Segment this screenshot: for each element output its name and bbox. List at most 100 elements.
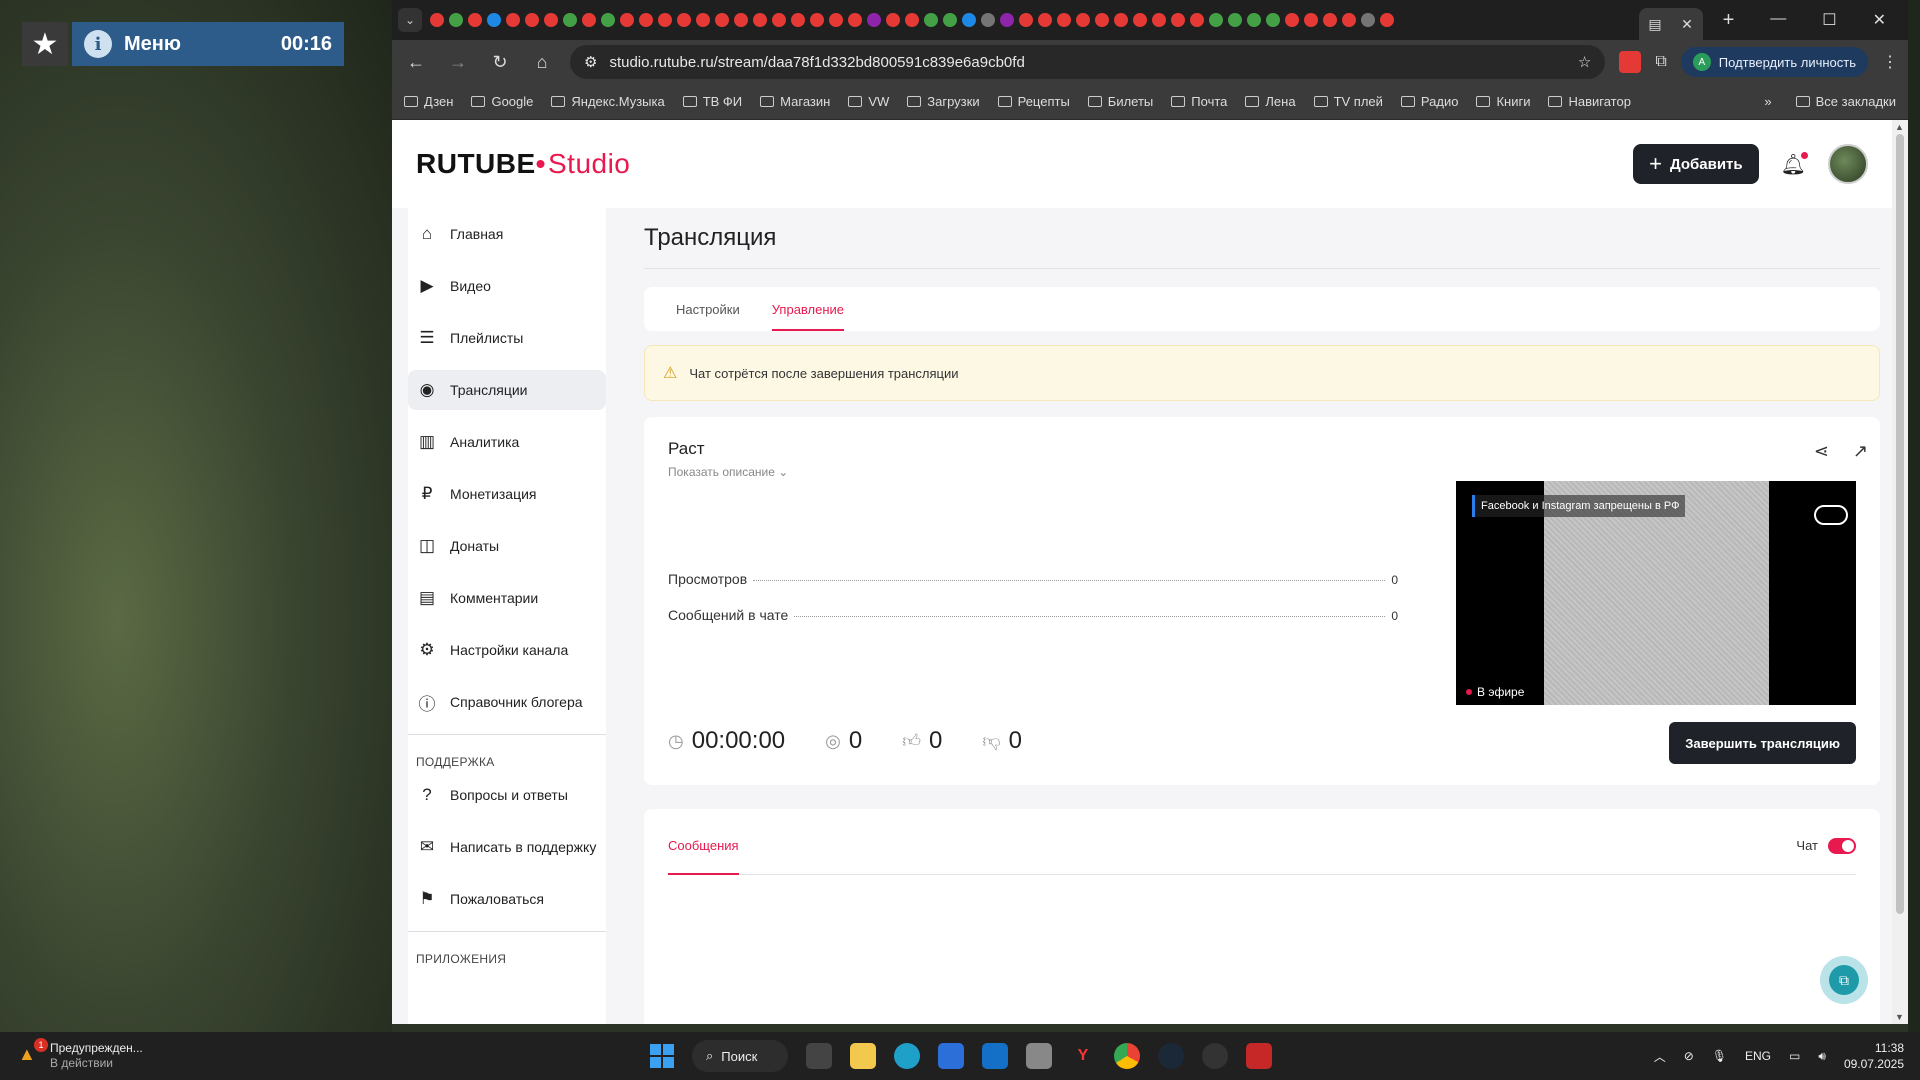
notifications-bell-icon[interactable]: 🔔︎ — [1781, 151, 1808, 177]
sidebar-item[interactable]: ▤ Комментарии — [408, 578, 606, 618]
tab-favicon-icon[interactable] — [449, 13, 463, 27]
avatar[interactable] — [1828, 144, 1868, 184]
all-bookmarks-link[interactable]: Все закладки — [1795, 94, 1896, 109]
sidebar-item[interactable]: ⌂ Главная — [408, 214, 606, 254]
tab-favicon-icon[interactable] — [1285, 13, 1299, 27]
bookmark-item[interactable]: ТВ ФИ — [682, 94, 742, 109]
sidebar-item[interactable]: ◉ Трансляции — [408, 370, 606, 410]
minimize-icon[interactable]: — — [1770, 10, 1786, 30]
bookmark-item[interactable]: Навигатор — [1548, 94, 1631, 109]
bookmark-item[interactable]: Книги — [1476, 94, 1530, 109]
tab-favicon-icon[interactable] — [943, 13, 957, 27]
game-app-icon[interactable] — [1246, 1043, 1272, 1069]
close-tab-icon[interactable]: ✕ — [1681, 16, 1693, 33]
tab-favicon-icon[interactable] — [1266, 13, 1280, 27]
tab-favicon-icon[interactable] — [639, 13, 653, 27]
bookmark-item[interactable]: VW — [848, 94, 889, 109]
bookmark-item[interactable]: TV плей — [1313, 94, 1383, 109]
close-window-icon[interactable]: ✕ — [1873, 10, 1886, 30]
tab-favicon-icon[interactable] — [791, 13, 805, 27]
more-bookmarks-icon[interactable]: » — [1764, 94, 1771, 109]
bookmark-item[interactable]: Рецепты — [997, 94, 1070, 109]
tab-favicon-icon[interactable] — [1114, 13, 1128, 27]
tab-favicon-icon[interactable] — [1247, 13, 1261, 27]
site-info-icon[interactable]: ⚙ — [584, 53, 597, 71]
bookmark-item[interactable]: Билеты — [1087, 94, 1153, 109]
stream-preview[interactable]: Facebook и Instagram запрещены в РФ В эф… — [1456, 481, 1856, 705]
browser-menu-icon[interactable]: ⋮ — [1882, 52, 1898, 72]
language-indicator[interactable]: ENG — [1745, 1049, 1771, 1063]
tab-favicon-icon[interactable] — [1228, 13, 1242, 27]
end-stream-button[interactable]: Завершить трансляцию — [1669, 722, 1856, 764]
tab-favicon-icon[interactable] — [544, 13, 558, 27]
scrollbar-thumb[interactable] — [1896, 134, 1904, 914]
tab-favicon-icon[interactable] — [1076, 13, 1090, 27]
extension-red-icon[interactable] — [1619, 51, 1642, 73]
volume-icon[interactable]: 🔊︎ — [1818, 1049, 1826, 1064]
tab-favicon-icon[interactable] — [696, 13, 710, 27]
page-scrollbar[interactable]: ▲ ▼ — [1892, 120, 1908, 1024]
show-description-link[interactable]: Показать описание ⌄ — [668, 465, 1856, 479]
sidebar-item[interactable]: ? Вопросы и ответы — [408, 775, 606, 815]
tab-favicon-icon[interactable] — [810, 13, 824, 27]
tab-favicon-icon[interactable] — [981, 13, 995, 27]
tab-favicon-icon[interactable] — [1038, 13, 1052, 27]
preview-toggle-icon[interactable] — [1814, 505, 1848, 525]
tab-favicon-icon[interactable] — [886, 13, 900, 27]
tab-favicon-icon[interactable] — [582, 13, 596, 27]
network-off-icon[interactable]: ⊘ — [1684, 1049, 1694, 1063]
sidebar-item[interactable]: ⚙ Настройки канала — [408, 630, 606, 670]
new-tab-icon[interactable]: + — [1723, 9, 1735, 32]
tab-favicon-icon[interactable] — [1095, 13, 1109, 27]
rutube-studio-logo[interactable]: RUTUBE•Studio — [416, 148, 630, 180]
home-browser-icon[interactable]: ⌂ — [528, 52, 556, 73]
game-overlay-menu[interactable]: i Меню 00:16 — [72, 22, 344, 66]
tab-favicon-icon[interactable] — [1000, 13, 1014, 27]
bookmark-item[interactable]: Загрузки — [907, 94, 980, 109]
extensions-icon[interactable]: ⧉ — [1655, 53, 1666, 71]
tab-favicon-icon[interactable] — [468, 13, 482, 27]
maximize-icon[interactable]: ☐ — [1822, 10, 1836, 30]
external-link-icon[interactable]: ↗ — [1853, 441, 1868, 462]
tab-favicon-icon[interactable] — [1133, 13, 1147, 27]
steam-icon[interactable] — [1158, 1043, 1184, 1069]
tab-favicon-icon[interactable] — [1342, 13, 1356, 27]
yandex-icon[interactable]: Y — [1070, 1043, 1096, 1069]
tab-favicon-icon[interactable] — [962, 13, 976, 27]
sidebar-item[interactable]: ◫ Донаты — [408, 526, 606, 566]
sidebar-item[interactable]: ✉ Написать в поддержку — [408, 827, 606, 867]
tab-favicon-icon[interactable] — [753, 13, 767, 27]
forward-icon[interactable]: → — [444, 52, 472, 73]
tab-favicon-icon[interactable] — [430, 13, 444, 27]
tab-favicon-icon[interactable] — [867, 13, 881, 27]
display-icon[interactable]: ▭ — [1789, 1049, 1800, 1063]
sidebar-item[interactable]: ☰ Плейлисты — [408, 318, 606, 358]
bookmark-item[interactable]: Почта — [1171, 94, 1227, 109]
sidebar-item[interactable]: ▶ Видео — [408, 266, 606, 306]
tab-favicon-icon[interactable] — [1190, 13, 1204, 27]
active-tab[interactable]: ▤ ✕ — [1638, 8, 1703, 40]
tab-favicon-icon[interactable] — [563, 13, 577, 27]
tab-favicon-icon[interactable] — [525, 13, 539, 27]
chat-switch[interactable] — [1828, 837, 1856, 854]
sidebar-item[interactable]: ▥ Аналитика — [408, 422, 606, 462]
tab-favicon-icon[interactable] — [1057, 13, 1071, 27]
tab-favicon-icon[interactable] — [1361, 13, 1375, 27]
store-icon[interactable] — [938, 1043, 964, 1069]
scroll-down-icon[interactable]: ▼ — [1895, 1012, 1904, 1022]
taskbar-search[interactable]: ⌕ Поиск — [692, 1040, 788, 1072]
tab-settings[interactable]: Настройки — [676, 287, 740, 331]
bookmark-item[interactable]: Лена — [1245, 94, 1296, 109]
bookmark-item[interactable]: Радио — [1400, 94, 1458, 109]
tab-favicon-icon[interactable] — [715, 13, 729, 27]
tab-favicon-icon[interactable] — [658, 13, 672, 27]
sidebar-item[interactable]: ₽ Монетизация — [408, 474, 606, 514]
tab-favicon-icon[interactable] — [620, 13, 634, 27]
clock[interactable]: 11:38 09.07.2025 — [1844, 1040, 1904, 1072]
tab-favicon-icon[interactable] — [1171, 13, 1185, 27]
tab-favicon-icon[interactable] — [734, 13, 748, 27]
taskbar-warning-app[interactable]: ▲ 1 Предупрежден... В действии — [0, 1038, 300, 1071]
task-view-icon[interactable] — [806, 1043, 832, 1069]
tab-favicon-icon[interactable] — [1380, 13, 1394, 27]
tab-favicon-icon[interactable] — [506, 13, 520, 27]
